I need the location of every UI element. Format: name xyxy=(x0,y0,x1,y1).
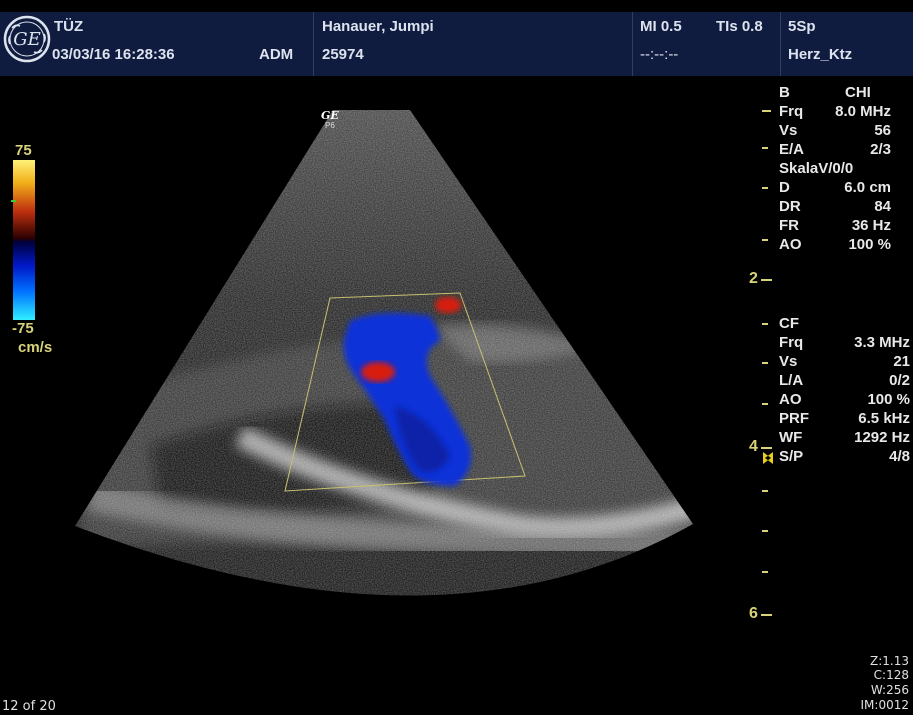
zoom-readout: Z:1.13 xyxy=(870,654,909,668)
depth-tick xyxy=(762,147,768,149)
param-label: Vs xyxy=(779,122,798,139)
param-value: 36 Hz xyxy=(851,217,891,234)
svg-text:GE: GE xyxy=(13,29,41,50)
depth-tick xyxy=(762,187,768,189)
param-value: 84 xyxy=(874,198,891,215)
frame-counter: 12 of 20 xyxy=(2,699,56,714)
header-divider xyxy=(632,12,633,76)
depth-label-4: 4 xyxy=(749,438,758,455)
operator-label: ADM xyxy=(259,46,294,63)
param-label: Frq xyxy=(779,103,804,120)
cf-mode-title: CF xyxy=(779,315,799,332)
color-scale-min: -75 xyxy=(12,320,34,337)
sector-scan xyxy=(75,110,693,596)
param-value: 8.0 MHz xyxy=(835,103,891,120)
param-value: 3.3 MHz xyxy=(854,334,910,351)
param-label: PRF xyxy=(779,410,809,427)
depth-tick xyxy=(761,614,772,616)
depth-tick xyxy=(762,403,768,405)
preset-name: Herz_Ktz xyxy=(788,46,853,63)
depth-tick xyxy=(762,490,768,492)
time-placeholder: --:--:-- xyxy=(640,46,679,63)
depth-tick xyxy=(762,362,768,364)
header-divider xyxy=(780,12,781,76)
color-scale-unit: cm/s xyxy=(18,339,53,356)
param-value: 56 xyxy=(874,122,891,139)
param-label: S/P xyxy=(779,448,804,465)
param-value: 1292 Hz xyxy=(854,429,910,446)
contrast-readout: C:128 xyxy=(873,668,909,682)
param-label: SkalaV/0/0 xyxy=(779,160,854,177)
color-scale-bar xyxy=(13,160,35,320)
institution-label: TÜZ xyxy=(54,18,84,35)
b-mode-mode: CHI xyxy=(845,84,871,101)
patient-name: Hanauer, Jumpi xyxy=(322,18,434,35)
depth-tick xyxy=(762,110,771,112)
param-value: 2/3 xyxy=(870,141,891,158)
param-label: Frq xyxy=(779,334,804,351)
depth-label-2: 2 xyxy=(749,270,758,287)
image-number: IM:0012 xyxy=(860,698,909,712)
param-label: WF xyxy=(779,429,803,446)
depth-tick xyxy=(761,279,772,281)
probe-model-label: P6 xyxy=(325,121,335,130)
depth-label-6: 6 xyxy=(749,605,758,622)
ultrasound-image[interactable] xyxy=(0,76,913,715)
depth-tick xyxy=(762,530,768,532)
param-value: 21 xyxy=(893,353,910,370)
header-bar: GE TÜZ 03/03/16 16:28:36 ADM Hanauer, Ju… xyxy=(0,12,913,76)
param-value: 100 % xyxy=(848,236,891,253)
param-value: 100 % xyxy=(867,391,910,408)
color-scale-max: 75 xyxy=(15,142,32,159)
depth-tick xyxy=(761,447,772,449)
depth-tick xyxy=(762,323,768,325)
probe-name: 5Sp xyxy=(788,18,816,35)
param-label: FR xyxy=(779,217,799,234)
param-value: 6.5 kHz xyxy=(858,410,910,427)
depth-tick xyxy=(762,239,768,241)
focus-marker-icon[interactable] xyxy=(762,451,774,465)
baseline-marker xyxy=(11,200,16,202)
thermal-index: TIs 0.8 xyxy=(716,18,763,35)
window-readout: W:256 xyxy=(870,683,909,697)
param-label: AO xyxy=(779,236,802,253)
param-label: E/A xyxy=(779,141,805,158)
param-label: L/A xyxy=(779,372,804,389)
param-value: 0/2 xyxy=(889,372,910,389)
param-value: 4/8 xyxy=(889,448,910,465)
depth-tick xyxy=(762,571,768,573)
ge-logo-icon: GE xyxy=(3,15,51,63)
param-value: 6.0 cm xyxy=(844,179,891,196)
param-label: D xyxy=(779,179,790,196)
param-label: Vs xyxy=(779,353,798,370)
patient-id: 25974 xyxy=(322,46,364,63)
param-label: AO xyxy=(779,391,802,408)
param-label: DR xyxy=(779,198,801,215)
header-divider xyxy=(313,12,314,76)
b-mode-title: B xyxy=(779,84,790,101)
mechanical-index: MI 0.5 xyxy=(640,18,682,35)
exam-datetime: 03/03/16 16:28:36 xyxy=(52,46,175,63)
